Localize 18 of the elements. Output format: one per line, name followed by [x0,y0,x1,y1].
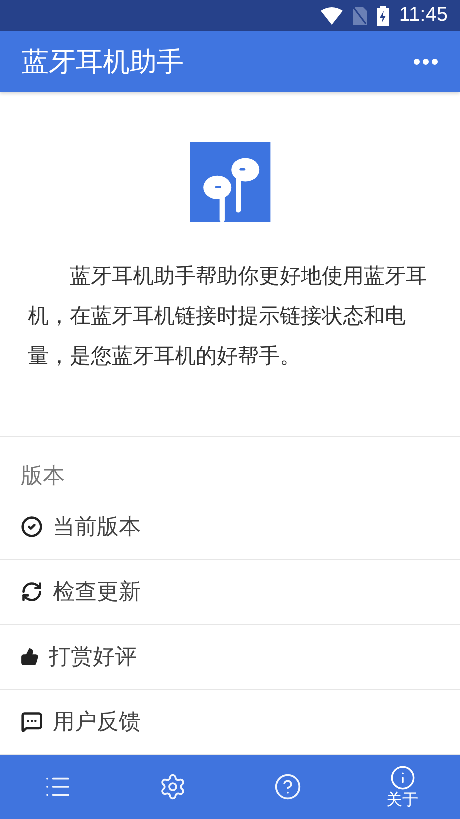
app-title: 蓝牙耳机助手 [22,46,184,80]
help-icon [274,773,302,801]
more-icon[interactable] [414,58,438,64]
chat-icon [21,711,43,733]
thumbs-up-icon [21,648,39,666]
refresh-icon [21,581,43,603]
settings-icon [158,773,186,801]
status-time: 11:45 [399,4,448,27]
settings-row[interactable]: 当前版本 [0,495,460,560]
section-title: 版本 [20,463,66,492]
settings-row[interactable]: 打赏好评 [0,625,460,690]
info-icon [390,765,416,791]
version-icon [21,516,43,538]
no-sim-icon [353,6,368,24]
settings-row[interactable]: 检查更新 [0,560,460,625]
intro-paragraph: 蓝牙耳机助手帮助你更好地使用蓝牙耳机，在蓝牙耳机链接时提示链接状态和电量，是您蓝牙耳机的好帮手。 [28,263,428,370]
battery-icon [377,6,390,26]
wifi-icon [321,6,344,24]
